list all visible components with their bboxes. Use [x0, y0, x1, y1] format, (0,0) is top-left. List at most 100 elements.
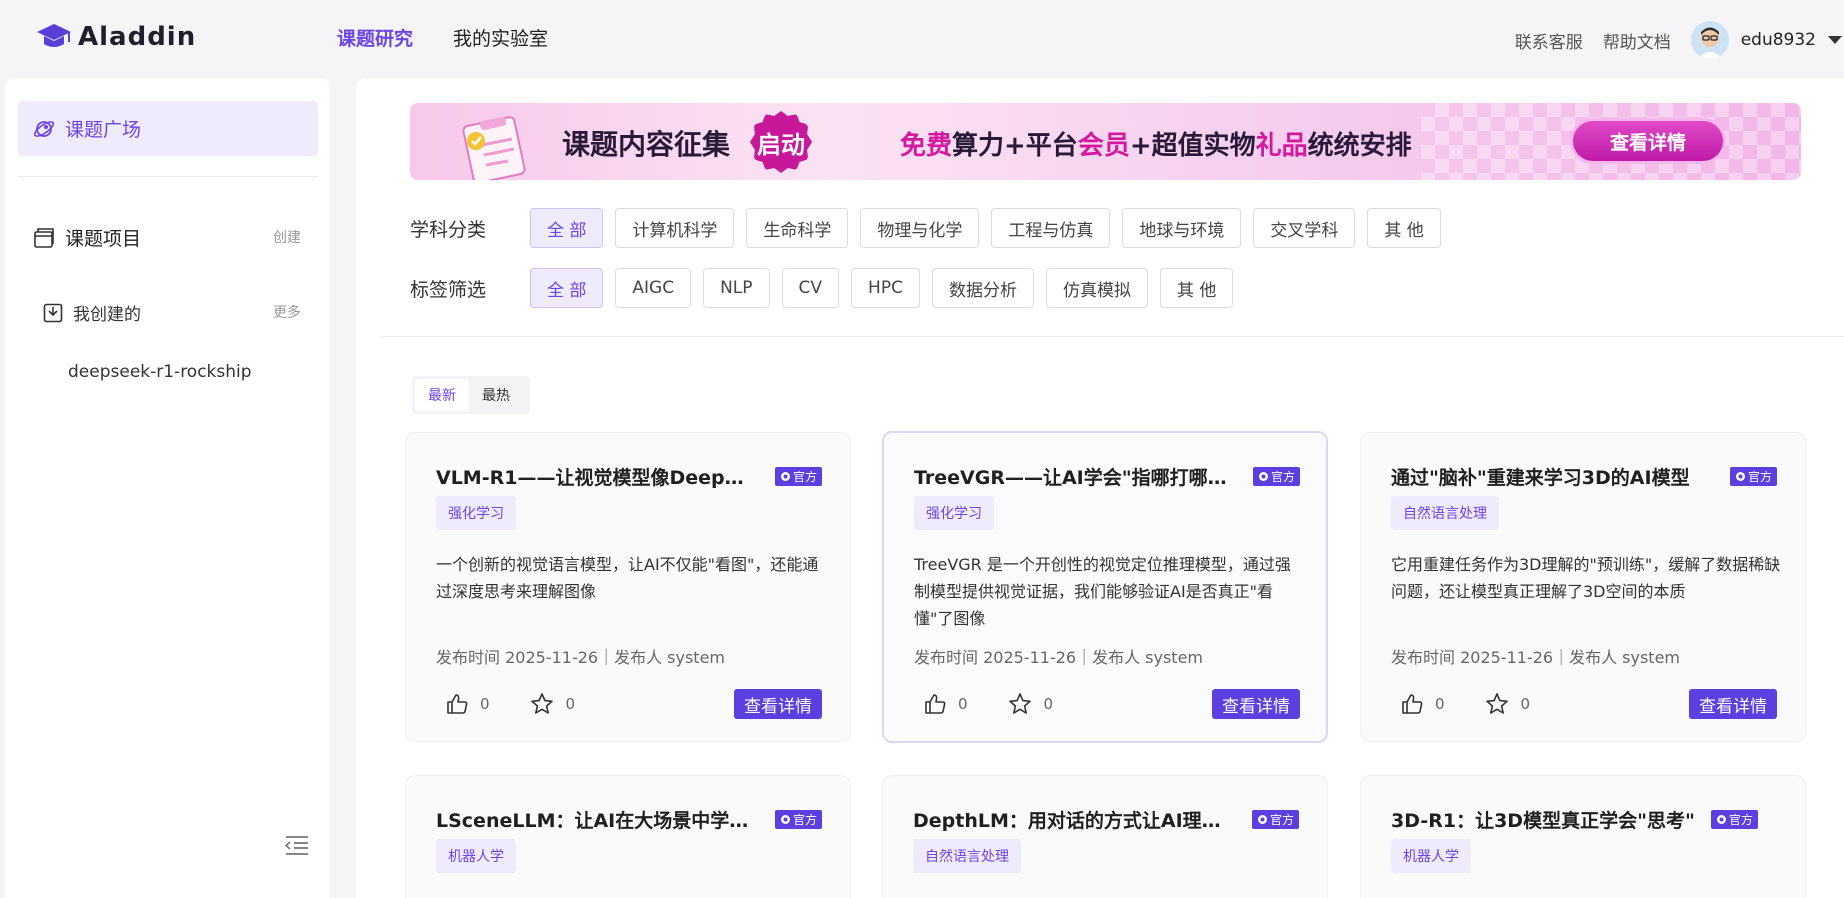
thumbs-up-icon	[447, 694, 468, 714]
view-detail-button[interactable]: 查看详情	[734, 689, 822, 719]
card-actions: 0 0 查看详情	[1391, 689, 1777, 719]
tag-chip-hpc[interactable]: HPC	[851, 268, 920, 308]
favorite-button[interactable]: 0	[530, 692, 575, 716]
sidebar-item-label: 我创建的	[73, 305, 141, 325]
banner-text-compute: 算力+平台	[952, 131, 1078, 161]
card-title: DepthLM：用对话的方式让AI理解深度	[913, 810, 1231, 832]
card-tag[interactable]: 机器人学	[1391, 839, 1471, 873]
tag-chip-data-analysis[interactable]: 数据分析	[931, 268, 1034, 308]
sidebar-item-my-created[interactable]: 我创建的	[43, 300, 141, 325]
like-button[interactable]: 0	[446, 693, 490, 715]
nav-research[interactable]: 课题研究	[337, 24, 413, 54]
sidebar-item-topic-plaza[interactable]: 课题广场	[18, 101, 318, 156]
topic-card[interactable]: 3D-R1：让3D模型真正学会"思考" 官方 机器人学	[1360, 775, 1806, 898]
tag-chip-other[interactable]: 其 他	[1159, 268, 1234, 308]
card-tag[interactable]: 机器人学	[436, 839, 516, 873]
tab-latest[interactable]: 最新	[415, 379, 469, 411]
card-title: LSceneLLM：让AI在大场景中学会聚焦	[436, 810, 754, 832]
official-badge: 官方	[1251, 810, 1299, 829]
official-label: 官方	[1728, 813, 1753, 827]
like-count: 0	[1435, 695, 1445, 713]
card-tag[interactable]: 自然语言处理	[913, 839, 1021, 873]
nav-my-lab[interactable]: 我的实验室	[453, 24, 548, 54]
subject-chip-interdisciplinary[interactable]: 交叉学科	[1253, 208, 1356, 248]
topic-card[interactable]: LSceneLLM：让AI在大场景中学会聚焦 官方 机器人学	[405, 775, 851, 898]
banner-text-member: 会员	[1077, 131, 1130, 161]
subject-chip-physics[interactable]: 物理与化学	[860, 208, 980, 248]
card-meta: 发布时间 2025-11-26｜发布人 system	[1391, 648, 1681, 667]
subject-chip-earth[interactable]: 地球与环境	[1122, 208, 1242, 248]
logo-text: Aladdin	[78, 22, 197, 52]
tab-hottest[interactable]: 最热	[469, 379, 523, 411]
collapse-sidebar-button[interactable]	[284, 835, 309, 859]
topic-card[interactable]: TreeVGR——让AI学会"指哪打哪"的视觉推理 官方 强化学习 TreeVG…	[882, 431, 1328, 743]
topic-card[interactable]: 通过"脑补"重建来学习3D的AI模型 官方 自然语言处理 它用重建任务作为3D理…	[1360, 432, 1806, 742]
tag-chip-aigc[interactable]: AIGC	[615, 268, 692, 308]
official-label: 官方	[1270, 470, 1295, 484]
chevron-down-icon[interactable]	[1828, 36, 1842, 44]
banner-text-gift: 礼品	[1255, 131, 1308, 161]
more-button[interactable]: 更多	[273, 302, 301, 322]
subject-chip-other[interactable]: 其 他	[1367, 208, 1441, 248]
card-title-row: DepthLM：用对话的方式让AI理解深度 官方	[913, 806, 1299, 833]
banner-detail-button[interactable]: 查看详情	[1570, 118, 1726, 164]
sidebar-item-projects[interactable]: 课题项目	[33, 224, 141, 251]
card-tag[interactable]: 强化学习	[436, 496, 516, 530]
tag-chip-simulation[interactable]: 仿真模拟	[1045, 268, 1148, 308]
create-project-button[interactable]: 创建	[273, 227, 301, 247]
menu-collapse-icon	[284, 836, 308, 855]
planet-icon	[33, 120, 55, 137]
user-avatar-icon	[1690, 21, 1729, 59]
like-button[interactable]: 0	[924, 693, 968, 715]
star-icon	[530, 693, 553, 714]
sidebar-divider	[18, 176, 318, 177]
sidebar: 课题广场 课题项目 创建 我创建的 更多 deepseek-r1-rockshi…	[5, 78, 330, 898]
tag-chip-cv[interactable]: CV	[781, 268, 840, 308]
logo[interactable]: Aladdin	[36, 22, 196, 52]
badge-gear-icon	[780, 472, 790, 481]
subject-chip-cs[interactable]: 计算机科学	[615, 208, 735, 248]
subject-chip-engineering[interactable]: 工程与仿真	[991, 208, 1111, 248]
tag-chip-all[interactable]: 全 部	[530, 268, 604, 308]
banner-subline: 免费算力+平台会员+超值实物礼品统统安排	[900, 125, 1412, 162]
subject-chip-all[interactable]: 全 部	[530, 208, 604, 248]
card-title: VLM-R1——让视觉模型像DeepSeek一样思考	[436, 467, 754, 489]
banner-text-value: +超值实物	[1129, 131, 1256, 161]
topic-card[interactable]: DepthLM：用对话的方式让AI理解深度 官方 自然语言处理	[882, 775, 1328, 898]
badge-gear-icon	[1735, 472, 1745, 481]
contact-support-link[interactable]: 联系客服	[1515, 28, 1583, 53]
banner-text-arranged: 统统安排	[1307, 131, 1412, 161]
promo-banner[interactable]: 课题内容征集 启动 免费算力+平台会员+超值实物礼品统统安排 查看详情	[410, 103, 1801, 180]
like-count: 0	[958, 695, 968, 713]
card-description: 它用重建任务作为3D理解的"预训练"，缓解了数据稀缺问题，还让模型真正理解了3D…	[1391, 555, 1781, 601]
star-count: 0	[1520, 695, 1531, 713]
main-nav: 课题研究 我的实验室	[337, 24, 548, 54]
card-title-row: TreeVGR——让AI学会"指哪打哪"的视觉推理 官方	[914, 463, 1300, 490]
sidebar-project-item[interactable]: deepseek-r1-rockship	[68, 362, 252, 382]
view-detail-button[interactable]: 查看详情	[1689, 689, 1777, 719]
avatar[interactable]	[1690, 21, 1729, 59]
badge-gear-icon	[780, 815, 790, 824]
star-icon	[1008, 693, 1031, 714]
card-title: TreeVGR——让AI学会"指哪打哪"的视觉推理	[914, 467, 1232, 489]
topic-card[interactable]: VLM-R1——让视觉模型像DeepSeek一样思考 官方 强化学习 一个创新的…	[405, 432, 851, 742]
thumbs-up-icon	[925, 694, 946, 714]
subject-chip-life[interactable]: 生命科学	[746, 208, 849, 248]
card-title-row: 3D-R1：让3D模型真正学会"思考" 官方	[1391, 806, 1777, 833]
card-tag[interactable]: 强化学习	[914, 496, 994, 530]
tag-filter: 标签筛选 全 部 AIGC NLP CV HPC 数据分析 仿真模拟 其 他	[410, 268, 1245, 308]
banner-text-free: 免费	[900, 131, 953, 161]
username[interactable]: edu8932	[1741, 30, 1816, 50]
tag-filter-title: 标签筛选	[410, 278, 487, 301]
tag-chip-nlp[interactable]: NLP	[703, 268, 770, 308]
favorite-button[interactable]: 0	[1008, 692, 1053, 716]
card-meta: 发布时间 2025-11-26｜发布人 system	[914, 648, 1204, 667]
card-description: TreeVGR 是一个开创性的视觉定位推理模型，通过强制模型提供视觉证据，我们能…	[914, 555, 1291, 628]
help-docs-link[interactable]: 帮助文档	[1603, 28, 1671, 53]
favorite-button[interactable]: 0	[1485, 692, 1531, 716]
sort-tabs: 最新 最热	[412, 376, 530, 414]
card-tag[interactable]: 自然语言处理	[1391, 496, 1499, 530]
folder-stack-icon	[34, 227, 54, 248]
like-button[interactable]: 0	[1401, 693, 1445, 715]
view-detail-button[interactable]: 查看详情	[1212, 689, 1300, 719]
